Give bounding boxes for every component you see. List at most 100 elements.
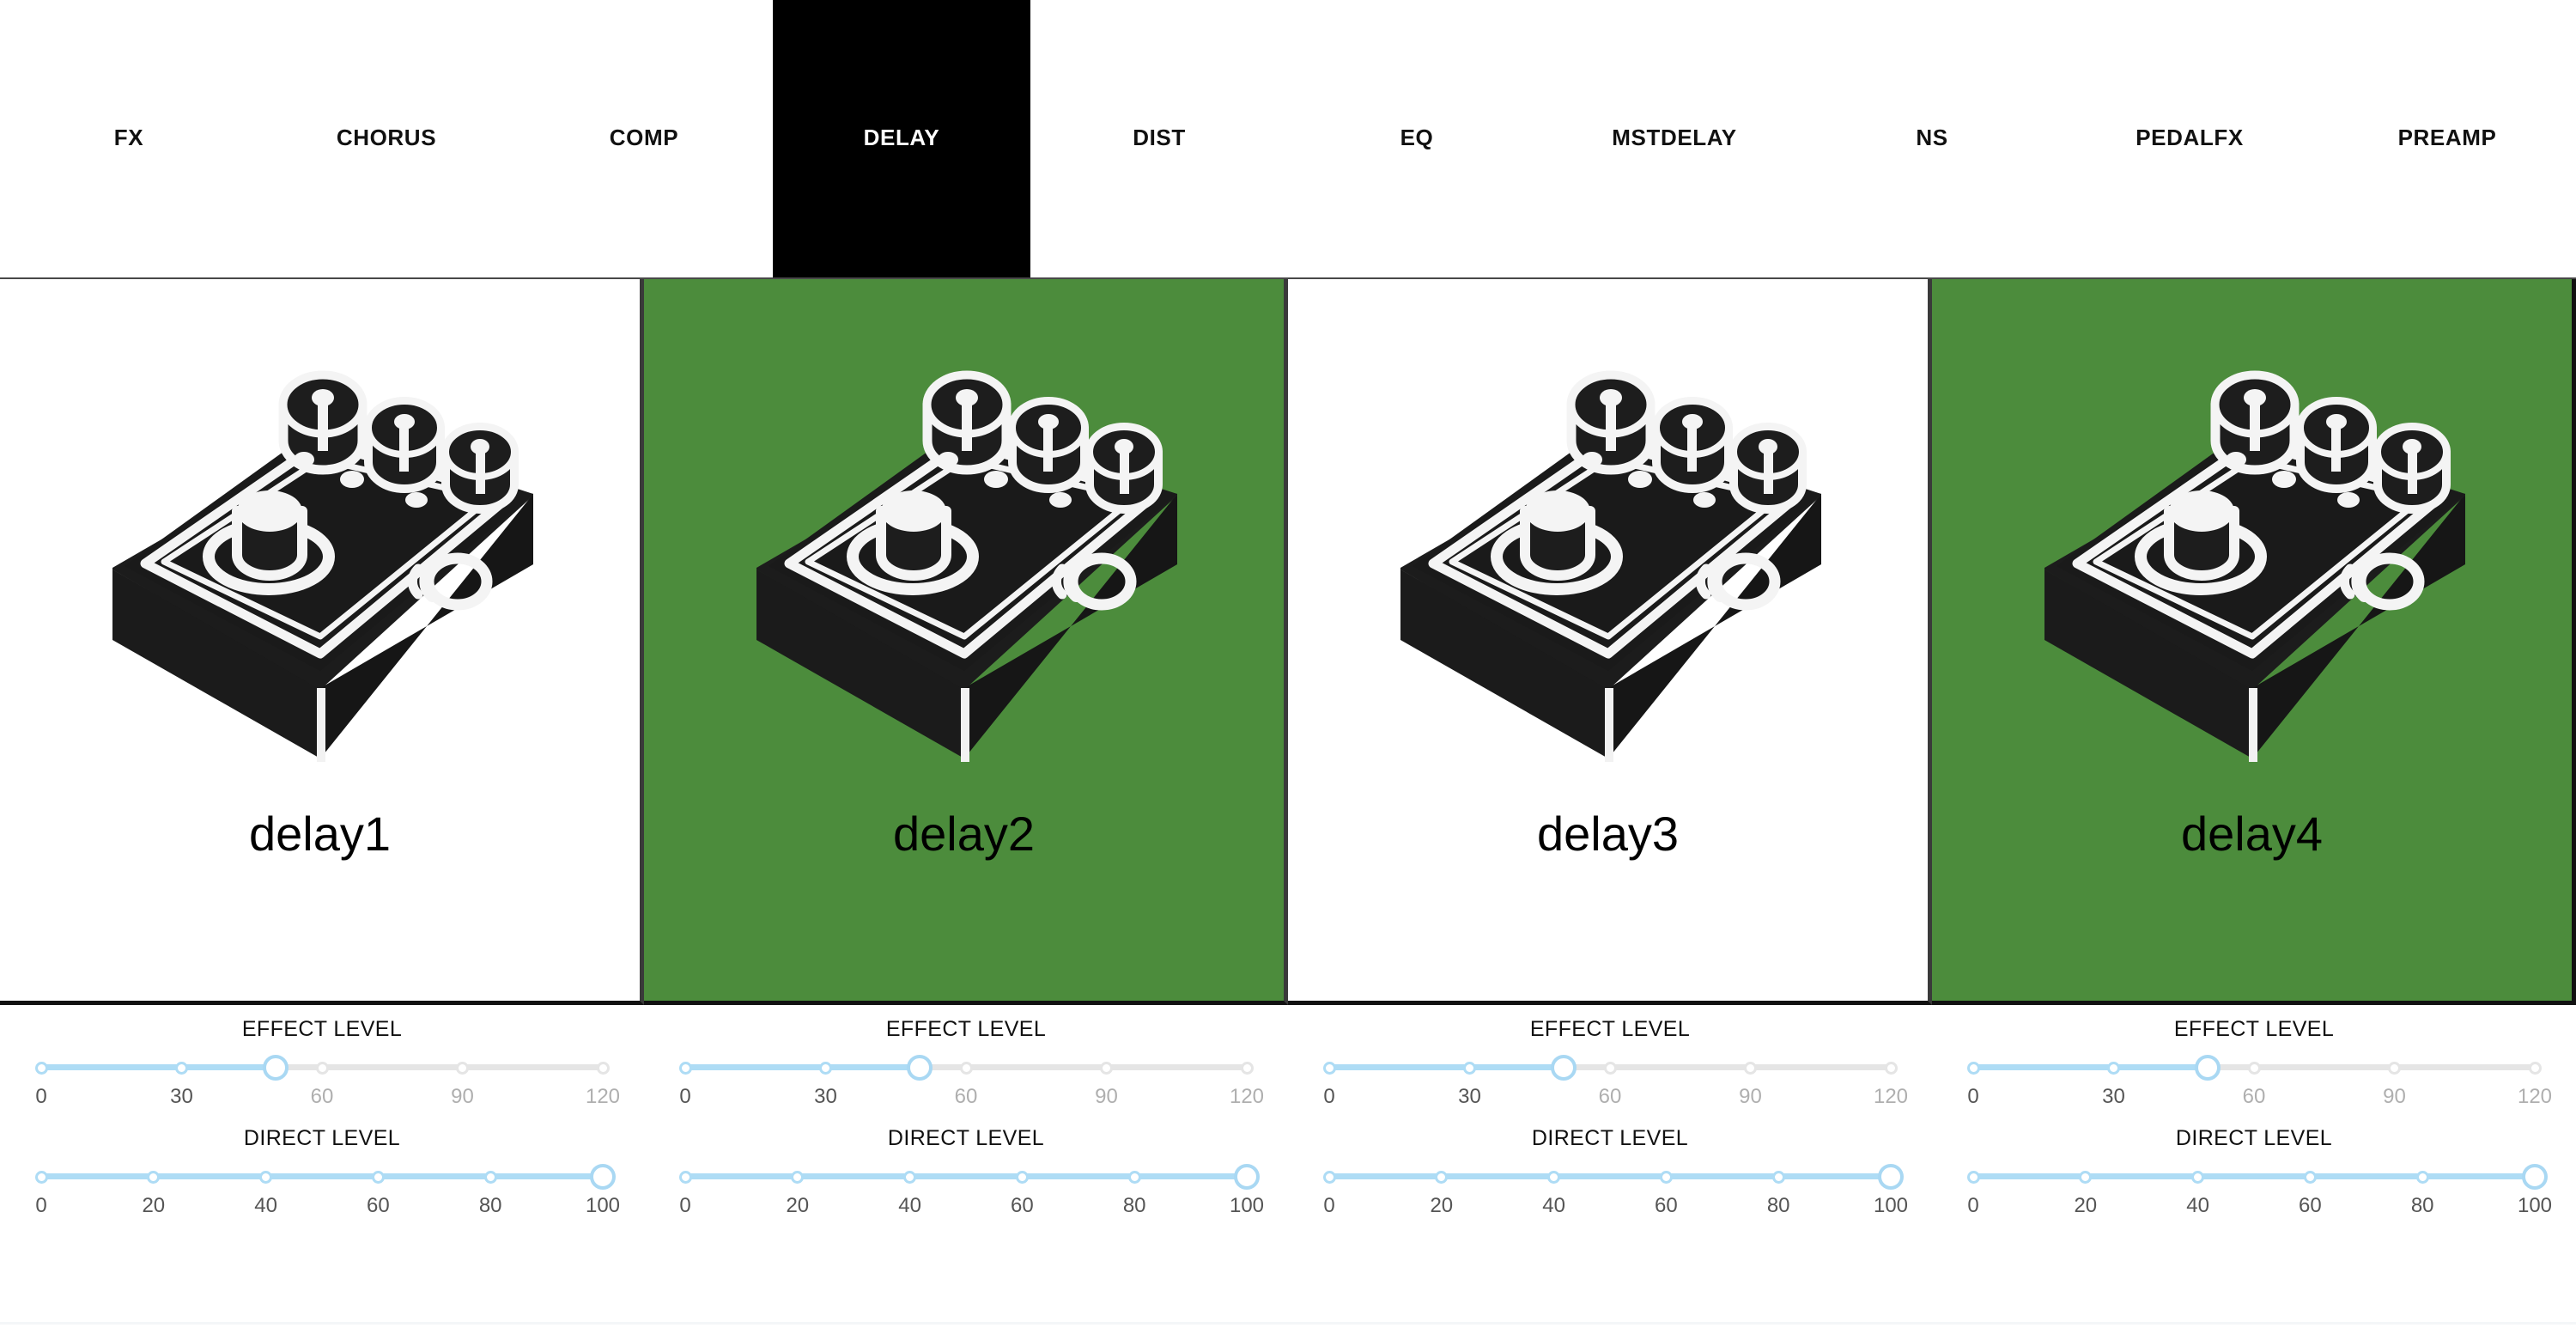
slider-tick-label: 0: [1967, 1085, 1979, 1108]
pedal-card-delay1[interactable]: delay1: [0, 279, 644, 1005]
pedal-card-delay3[interactable]: delay3: [1288, 279, 1932, 1005]
slider-mark[interactable]: [2107, 1061, 2120, 1075]
slider-track[interactable]: [34, 1054, 610, 1081]
slider-mark[interactable]: [2079, 1170, 2093, 1184]
guitar-pedal-icon: [1400, 370, 1821, 762]
tab-delay[interactable]: DELAY: [773, 0, 1030, 277]
slider-mark[interactable]: [2247, 1061, 2261, 1075]
slider-track[interactable]: [1322, 1054, 1898, 1081]
slider-tick-label: 90: [1095, 1085, 1118, 1108]
slider-thumb[interactable]: [2522, 1164, 2548, 1190]
slider-track[interactable]: [678, 1163, 1260, 1190]
tab-mstdelay[interactable]: MSTDELAY: [1546, 0, 1803, 277]
slider-mark[interactable]: [147, 1170, 161, 1184]
slider-tick-label: 20: [1430, 1194, 1454, 1217]
slider-thumb[interactable]: [262, 1055, 289, 1081]
slider-thumb[interactable]: [1234, 1164, 1260, 1190]
tab-chorus[interactable]: CHORUS: [258, 0, 515, 277]
slider-mark[interactable]: [1771, 1170, 1785, 1184]
slider-mark[interactable]: [175, 1061, 188, 1075]
slider-track-fill: [41, 1173, 603, 1179]
slider-track-fill: [685, 1064, 920, 1070]
slider-tick-label: 0: [35, 1085, 47, 1108]
slider-mark[interactable]: [1966, 1061, 1980, 1075]
slider-track[interactable]: [678, 1054, 1254, 1081]
slider-mark[interactable]: [1240, 1061, 1254, 1075]
slider-tick-label: 100: [585, 1194, 621, 1217]
slider-group-effect-level: EFFECT LEVEL 0 30 60 90 120: [1965, 1017, 2552, 1114]
slider-mark[interactable]: [1884, 1061, 1898, 1075]
slider-mark[interactable]: [315, 1061, 329, 1075]
slider-tick-label: 60: [367, 1194, 390, 1217]
slider-mark[interactable]: [1127, 1170, 1141, 1184]
slider-mark[interactable]: [1463, 1061, 1476, 1075]
slider-mark[interactable]: [1015, 1170, 1029, 1184]
slider-label: DIRECT LEVEL: [243, 1126, 401, 1150]
tab-pedalfx[interactable]: PEDALFX: [2061, 0, 2318, 277]
slider-mark[interactable]: [2415, 1170, 2429, 1184]
tab-comp[interactable]: COMP: [515, 0, 773, 277]
slider-track[interactable]: [34, 1163, 616, 1190]
slider-mark[interactable]: [2191, 1170, 2205, 1184]
slider-mark[interactable]: [1744, 1061, 1757, 1075]
slider-mark[interactable]: [1322, 1061, 1336, 1075]
slider-mark[interactable]: [1547, 1170, 1561, 1184]
slider-mark[interactable]: [791, 1170, 805, 1184]
slider-mark[interactable]: [1322, 1170, 1336, 1184]
slider-tick-label: 120: [2517, 1085, 2553, 1108]
slider-track[interactable]: [1966, 1163, 2548, 1190]
slider-label: EFFECT LEVEL: [2173, 1017, 2335, 1041]
slider-tick-labels: 0 30 60 90 120: [679, 1085, 1264, 1114]
slider-thumb[interactable]: [590, 1164, 616, 1190]
effect-category-tabbar: FX CHORUS COMP DELAY DIST EQ MSTDELAY NS PEDALFX…: [0, 0, 2576, 279]
tab-ns[interactable]: NS: [1803, 0, 2061, 277]
slider-tick-labels: 0 30 60 90 120: [35, 1085, 620, 1114]
slider-mark[interactable]: [678, 1170, 692, 1184]
slider-thumb[interactable]: [2194, 1055, 2221, 1081]
slider-mark[interactable]: [2528, 1061, 2542, 1075]
slider-mark[interactable]: [2388, 1061, 2401, 1075]
slider-tick-label: 100: [1873, 1194, 1909, 1217]
tab-eq[interactable]: EQ: [1288, 0, 1546, 277]
slider-tick-label: 90: [1739, 1085, 1762, 1108]
slider-mark[interactable]: [34, 1061, 48, 1075]
slider-mark[interactable]: [596, 1061, 610, 1075]
slider-group-direct-level: DIRECT LEVEL 0 20 40 60 80 100: [677, 1126, 1264, 1223]
slider-mark[interactable]: [1966, 1170, 1980, 1184]
tab-fx[interactable]: FX: [0, 0, 258, 277]
slider-thumb[interactable]: [1878, 1164, 1904, 1190]
slider-tick-label: 60: [2242, 1085, 2266, 1108]
slider-mark[interactable]: [371, 1170, 385, 1184]
pedal-card-delay4[interactable]: delay4: [1932, 279, 2576, 1005]
slider-mark[interactable]: [819, 1061, 832, 1075]
slider-mark[interactable]: [2303, 1170, 2317, 1184]
slider-track[interactable]: [1966, 1054, 2542, 1081]
slider-mark[interactable]: [903, 1170, 917, 1184]
slider-tick-label: 0: [679, 1085, 691, 1108]
tab-dist[interactable]: DIST: [1030, 0, 1288, 277]
slider-mark[interactable]: [259, 1170, 273, 1184]
slider-mark[interactable]: [678, 1061, 692, 1075]
slider-mark[interactable]: [1659, 1170, 1673, 1184]
slider-mark[interactable]: [1435, 1170, 1449, 1184]
slider-tick-label: 40: [254, 1194, 277, 1217]
slider-mark[interactable]: [483, 1170, 497, 1184]
slider-label: EFFECT LEVEL: [885, 1017, 1047, 1041]
slider-mark[interactable]: [1100, 1061, 1113, 1075]
slider-mark[interactable]: [34, 1170, 48, 1184]
slider-tick-label: 0: [35, 1194, 47, 1217]
slider-thumb[interactable]: [906, 1055, 933, 1081]
slider-mark[interactable]: [1603, 1061, 1617, 1075]
slider-track[interactable]: [1322, 1163, 1904, 1190]
pedal-card-delay2[interactable]: delay2: [644, 279, 1288, 1005]
slider-mark[interactable]: [456, 1061, 469, 1075]
slider-tick-label: 120: [1873, 1085, 1909, 1108]
slider-thumb[interactable]: [1550, 1055, 1577, 1081]
slider-tick-label: 90: [451, 1085, 474, 1108]
slider-tick-label: 20: [142, 1194, 166, 1217]
slider-mark[interactable]: [959, 1061, 973, 1075]
slider-tick-label: 0: [1323, 1194, 1335, 1217]
tab-preamp[interactable]: PREAMP: [2318, 0, 2576, 277]
footer-divider: [0, 1322, 2576, 1325]
slider-group-effect-level: EFFECT LEVEL 0 30 60 90 120: [677, 1017, 1264, 1114]
